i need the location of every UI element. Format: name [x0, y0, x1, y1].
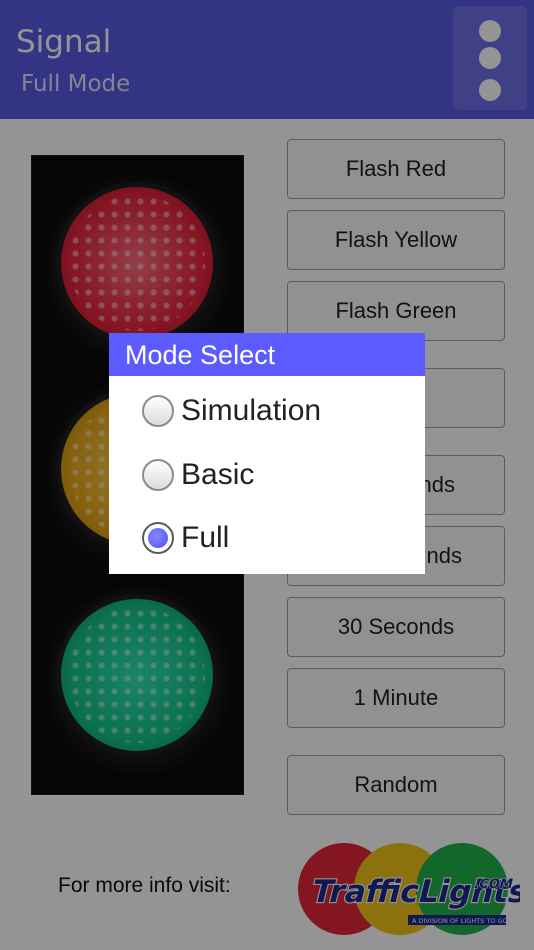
- radio-simulation[interactable]: [142, 395, 174, 427]
- mode-select-dialog: Mode Select Simulation Basic Full: [109, 333, 425, 574]
- radio-basic[interactable]: [142, 459, 174, 491]
- option-basic-label: Basic: [181, 458, 255, 491]
- option-simulation-label: Simulation: [181, 394, 322, 427]
- radio-full[interactable]: [142, 522, 174, 554]
- dialog-title: Mode Select: [109, 333, 425, 376]
- option-full-label: Full: [181, 521, 230, 554]
- option-simulation[interactable]: Simulation: [109, 383, 425, 439]
- option-basic[interactable]: Basic: [109, 447, 425, 503]
- option-full[interactable]: Full: [109, 510, 425, 566]
